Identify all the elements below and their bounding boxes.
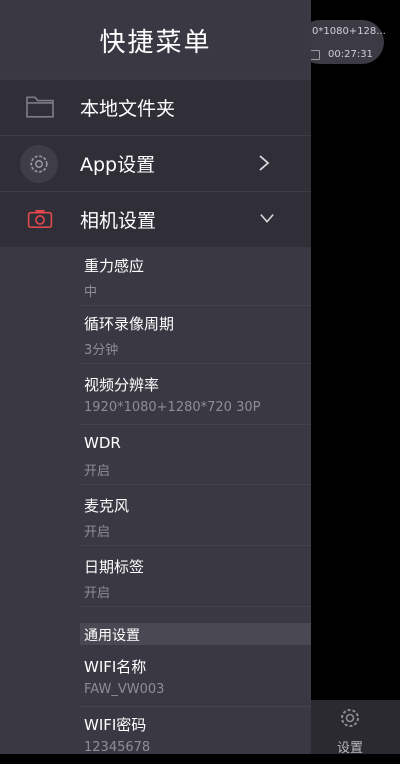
setting-name: 重力感应 xyxy=(84,257,145,275)
chevron-down-icon xyxy=(260,214,274,223)
menu-item-label: 相机设置 xyxy=(80,210,157,232)
setting-value: 中 xyxy=(84,285,98,300)
setting-name: 循环录像周期 xyxy=(84,315,175,333)
drawer-title: 快捷菜单 xyxy=(99,28,212,58)
resolution-text: 0*1080+128... xyxy=(312,26,386,37)
setting-loop-recording[interactable]: 循环录像周期 3分钟 xyxy=(80,305,311,364)
setting-value: 开启 xyxy=(84,586,111,601)
menu-item-local-folder[interactable]: 本地文件夹 xyxy=(0,79,311,135)
settings-tab-label: 设置 xyxy=(336,741,363,756)
camera-settings-list: 重力感应 中 循环录像周期 3分钟 视频分辨率 1920*1080+1280*7… xyxy=(0,247,311,755)
menu-item-label: 本地文件夹 xyxy=(80,98,176,120)
setting-name: 视频分辨率 xyxy=(84,376,160,394)
setting-wifi-name[interactable]: WIFI名称 FAW_VW003 xyxy=(80,648,311,707)
setting-value: 开启 xyxy=(84,525,111,540)
setting-microphone[interactable]: 麦克风 开启 xyxy=(80,487,311,546)
menu-item-label: App设置 xyxy=(80,154,156,176)
setting-wifi-password[interactable]: WIFI密码 12345678 xyxy=(80,706,311,764)
setting-value: 3分钟 xyxy=(84,343,119,358)
menu-item-camera-settings[interactable]: 相机设置 xyxy=(0,191,311,247)
folder-icon xyxy=(26,96,54,118)
setting-value: 1920*1080+1280*720 30P xyxy=(84,400,261,415)
setting-name: WIFI密码 xyxy=(84,716,147,734)
drawer-header: 快捷菜单 xyxy=(0,0,311,78)
setting-wdr[interactable]: WDR 开启 xyxy=(80,426,311,485)
camera-icon xyxy=(27,209,53,228)
chevron-right-icon xyxy=(259,155,270,171)
gear-icon xyxy=(341,709,359,727)
setting-name: WDR xyxy=(84,434,121,452)
setting-name: 日期标签 xyxy=(84,558,145,576)
setting-gravity-sensor[interactable]: 重力感应 中 xyxy=(80,247,311,306)
setting-video-resolution[interactable]: 视频分辨率 1920*1080+1280*720 30P xyxy=(80,366,311,425)
setting-date-stamp[interactable]: 日期标签 开启 xyxy=(80,548,311,607)
setting-value: 12345678 xyxy=(84,740,151,755)
setting-name: WIFI名称 xyxy=(84,658,147,676)
recording-time: 00:27:31 xyxy=(328,49,373,60)
general-settings-header: 通用设置 xyxy=(80,623,311,645)
setting-value: 开启 xyxy=(84,464,111,479)
section-title: 通用设置 xyxy=(84,628,140,644)
gear-icon xyxy=(30,155,48,173)
bottom-settings-tab[interactable]: 设置 xyxy=(311,700,400,756)
menu-item-app-settings[interactable]: App设置 xyxy=(0,135,311,191)
quick-menu-drawer: 快捷菜单 本地文件夹 App设置 相机设置 重力感应 中 循环录像周期 3分钟 … xyxy=(0,0,311,755)
setting-value: FAW_VW003 xyxy=(84,682,165,697)
setting-name: 麦克风 xyxy=(84,497,130,515)
sd-card-icon xyxy=(310,50,320,60)
